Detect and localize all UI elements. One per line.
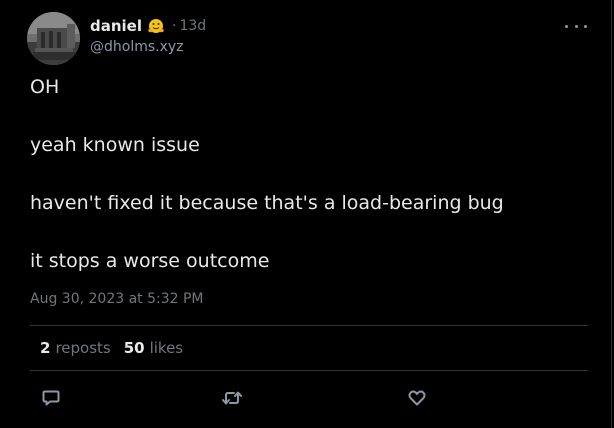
reposts-count: 2 bbox=[40, 339, 51, 357]
author-display-name[interactable]: daniel bbox=[90, 17, 142, 35]
repost-button[interactable] bbox=[218, 384, 246, 412]
ellipsis-icon bbox=[584, 24, 587, 28]
likes-stat[interactable]: 50 likes bbox=[124, 339, 183, 357]
avatar-photo bbox=[27, 12, 80, 65]
hugging-face-emoji-icon bbox=[148, 19, 164, 33]
divider bbox=[30, 325, 588, 326]
post-line: it stops a worse outcome bbox=[30, 250, 270, 272]
reposts-stat[interactable]: 2 reposts bbox=[40, 339, 111, 357]
author-row: daniel · 13d bbox=[90, 16, 206, 36]
age-separator: · bbox=[172, 18, 177, 34]
ellipsis-icon bbox=[565, 24, 568, 28]
speech-bubble-icon bbox=[42, 390, 60, 406]
divider bbox=[30, 370, 588, 371]
reposts-label: reposts bbox=[55, 339, 111, 357]
avatar[interactable] bbox=[27, 12, 80, 65]
reply-button[interactable] bbox=[37, 384, 65, 412]
post-line: haven't fixed it because that's a load-b… bbox=[30, 192, 504, 214]
author-handle[interactable]: @dholms.xyz bbox=[90, 39, 184, 55]
ellipsis-icon bbox=[574, 24, 578, 28]
post-timestamp: Aug 30, 2023 at 5:32 PM bbox=[30, 291, 204, 307]
engagement-stats: 2 reposts 50 likes bbox=[40, 339, 183, 357]
post-line: yeah known issue bbox=[30, 134, 200, 156]
likes-count: 50 bbox=[123, 339, 145, 357]
like-button[interactable] bbox=[403, 384, 431, 412]
repost-arrows-icon bbox=[222, 391, 242, 405]
post-age[interactable]: 13d bbox=[179, 18, 206, 34]
post-card: daniel · 13d @dholms.xyz OH yeah known i… bbox=[0, 0, 612, 428]
post-body: OH yeah known issue haven't fixed it bec… bbox=[30, 75, 504, 307]
more-options-button[interactable] bbox=[565, 18, 587, 34]
heart-icon bbox=[408, 390, 426, 406]
post-line: OH bbox=[30, 76, 60, 98]
likes-label: likes bbox=[149, 339, 184, 357]
